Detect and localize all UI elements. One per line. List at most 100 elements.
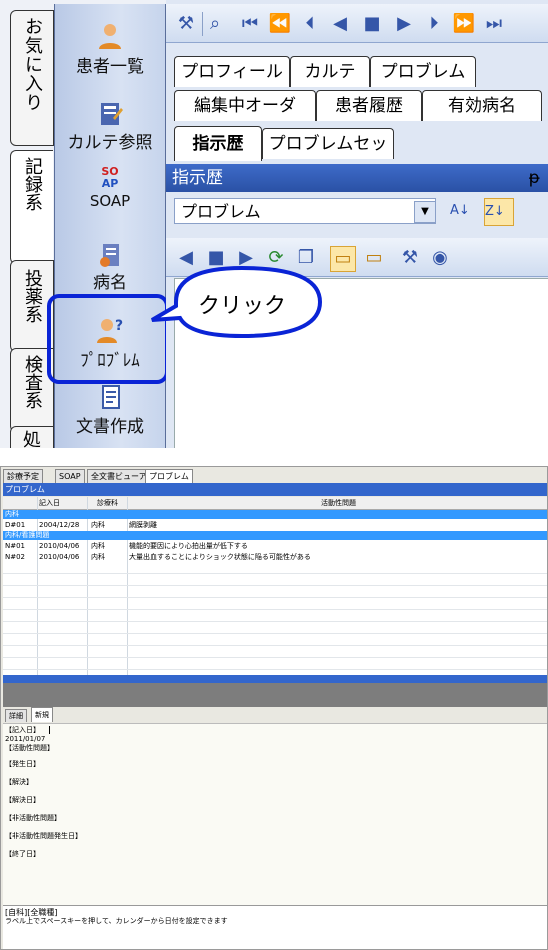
tab-profile[interactable]: プロフィール xyxy=(174,56,290,87)
disease-icon xyxy=(100,244,119,267)
table-row[interactable] xyxy=(3,541,547,551)
dtab-new-label: 新規 xyxy=(35,711,49,719)
document-icon xyxy=(102,385,120,409)
detail-form: 【記入日】 2011/01/07 【活動性問題】 【発生日】 【解決】 【解決日… xyxy=(3,723,547,906)
col-date-header: 記入日 xyxy=(39,499,60,507)
row-problem: 網膜剥離 xyxy=(129,521,157,529)
field-active-problem-label: 【活動性問題】 xyxy=(5,744,54,752)
person-icon xyxy=(99,24,121,49)
vtab-procedure-label: 処 xyxy=(23,430,41,449)
btab-schedule-label: 診療予定 xyxy=(7,472,39,481)
soap-button[interactable]: SO AP SOAP xyxy=(55,166,165,252)
vtab-procedure[interactable]: 処 xyxy=(10,426,54,448)
tab-problem-set[interactable]: プロブレムセット xyxy=(262,128,394,184)
dtab-details[interactable]: 詳細 xyxy=(5,709,27,722)
pin-icon[interactable]: ᵽ xyxy=(529,164,540,192)
tools-icon[interactable]: ⚒ xyxy=(174,12,198,36)
text-cursor xyxy=(49,726,50,734)
soap-label: SOAP xyxy=(89,192,131,210)
main-toolbar: ⚒ ⌕ ⏮ ⏪ ⏴ ◀ ■ ▶ ⏵ ⏩ ⏭ xyxy=(166,4,548,43)
dtab-details-label: 詳細 xyxy=(9,712,23,720)
vtab-records[interactable]: 記録系 xyxy=(10,150,53,264)
tab-karte[interactable]: カルテ xyxy=(290,56,370,87)
patient-list-button[interactable]: 患者一覧 xyxy=(55,18,165,104)
group-label: 内科/看護問題 xyxy=(5,531,50,539)
vtab-records-label: 記録系 xyxy=(22,157,43,211)
splitter-area xyxy=(3,683,547,707)
open-folder-icon[interactable]: ▭ xyxy=(330,246,356,272)
row-problem: 機能的要因により心拍出量が低下する xyxy=(129,542,248,550)
btab-document-viewer-label: 全文書ビューア xyxy=(91,472,147,481)
row-dept: 内科 xyxy=(91,553,105,561)
web-icon[interactable]: ◉ xyxy=(428,246,452,270)
tab-problem[interactable]: プロブレム xyxy=(370,56,476,87)
btab-problem[interactable]: プロブレム xyxy=(145,469,193,484)
field-inactive-onset-label: 【非活動性問題発生日】 xyxy=(5,832,82,840)
btab-problem-label: プロブレム xyxy=(149,472,189,481)
btab-soap[interactable]: SOAP xyxy=(55,469,85,484)
vtab-favorites[interactable]: お気に入り xyxy=(10,10,54,146)
table-row[interactable] xyxy=(3,520,547,530)
field-entry-date-value[interactable]: 2011/01/07 xyxy=(5,735,45,744)
tab-patient-history-label: 患者履歴 xyxy=(335,96,403,116)
row-id: N#01 xyxy=(5,542,26,550)
row-dept: 内科 xyxy=(91,542,105,550)
row-id: N#02 xyxy=(5,553,26,561)
footer-hint: ラベル上でスペースキーを押して、カレンダーから日付を設定できます xyxy=(5,917,228,925)
btab-document-viewer[interactable]: 全文書ビューア xyxy=(87,469,151,484)
disease-name-label: 病名 xyxy=(93,273,127,293)
tab-active-diagnoses-label: 有効病名 xyxy=(448,96,516,116)
vtab-favorites-label: お気に入り xyxy=(22,17,43,112)
problem-title-bar: プロブレム xyxy=(3,483,547,496)
problem-grid: 記入日 診療科 活動性問題 内科 D#01 2004/12/28 内科 網膜剥離… xyxy=(3,497,547,675)
group-header xyxy=(3,531,547,540)
previous-icon[interactable]: ◀ xyxy=(328,12,352,36)
function-rail: 患者一覧 カルテ参照 SO AP SOAP 病名 ? ﾌﾟﾛﾌﾞﾚﾑ 文書作成 xyxy=(47,4,169,448)
chart-record-icon xyxy=(101,103,123,125)
tab-order-history-label: 指示歴 xyxy=(192,134,244,154)
last-record-icon[interactable]: ⏭ xyxy=(482,12,506,36)
col-problem-header: 活動性問題 xyxy=(321,499,356,507)
sort-ascending-icon[interactable]: A↓ xyxy=(450,198,478,224)
rewind-icon[interactable]: ⏪ xyxy=(268,12,292,36)
stop-icon[interactable]: ■ xyxy=(360,12,384,36)
grid-footer-bar xyxy=(3,675,547,683)
document-create-label: 文書作成 xyxy=(76,417,144,437)
tab-profile-label: プロフィール xyxy=(181,62,283,82)
chart-reference-label: カルテ参照 xyxy=(67,133,153,153)
field-onset-date-label: 【発生日】 xyxy=(5,760,40,768)
dtab-new[interactable]: 新規 xyxy=(31,707,53,722)
section-header: 指示歴 ᵽ xyxy=(166,164,548,192)
next-icon[interactable]: ▶ xyxy=(392,12,416,36)
right-pane: ⚒ ⌕ ⏮ ⏪ ⏴ ◀ ■ ▶ ⏵ ⏩ ⏭ プロフィール カルテ プロブレム 編… xyxy=(166,0,548,448)
chevron-down-icon[interactable]: ▼ xyxy=(414,201,436,223)
previous-page-icon[interactable]: ⏴ xyxy=(298,12,322,36)
btab-schedule[interactable]: 診療予定 xyxy=(3,469,43,484)
tab-editing-orders-label: 編集中オーダ xyxy=(194,96,296,116)
sort-descending-icon[interactable]: Z↓ xyxy=(484,198,514,226)
tab-order-history[interactable]: 指示歴 xyxy=(174,126,262,161)
first-record-icon[interactable]: ⏮ xyxy=(238,12,262,36)
btab-soap-label: SOAP xyxy=(59,472,81,481)
tab-active-diagnoses[interactable]: 有効病名 xyxy=(422,90,542,121)
fast-forward-icon[interactable]: ⏩ xyxy=(452,12,476,36)
soap-icon-line2: AP xyxy=(101,177,119,190)
search-icon[interactable]: ⌕ xyxy=(202,12,227,36)
tab-karte-label: カルテ xyxy=(304,62,356,82)
row-id: D#01 xyxy=(5,521,26,529)
vertical-tab-strip: お気に入り 記録系 投薬系 検査系 処 xyxy=(10,8,54,448)
col-dept-header: 診療科 xyxy=(97,499,118,507)
folder-icon[interactable]: ▭ xyxy=(362,246,386,270)
tab-editing-orders[interactable]: 編集中オーダ xyxy=(174,90,316,121)
tab-patient-history[interactable]: 患者履歴 xyxy=(316,90,422,121)
next-page-icon[interactable]: ⏵ xyxy=(422,12,446,36)
tools-small-icon[interactable]: ⚒ xyxy=(398,246,422,270)
document-create-button[interactable]: 文書作成 xyxy=(55,384,165,448)
view-select: プロブレム ▼ A↓ Z↓ xyxy=(174,198,534,226)
bottom-screenshot-panel: 診療予定 SOAP 全文書ビューア プロブレム プロブレム 記入日 診療科 活動… xyxy=(0,466,548,950)
footer-title: [自科][全職種] xyxy=(5,908,58,917)
view-select-field[interactable]: プロブレム xyxy=(174,198,436,224)
status-footer: [自科][全職種] ラベル上でスペースキーを押して、カレンダーから日付を設定でき… xyxy=(3,905,547,949)
soap-icon: SO AP xyxy=(95,166,125,192)
field-inactive-problem-label: 【非活動性問題】 xyxy=(5,814,61,822)
